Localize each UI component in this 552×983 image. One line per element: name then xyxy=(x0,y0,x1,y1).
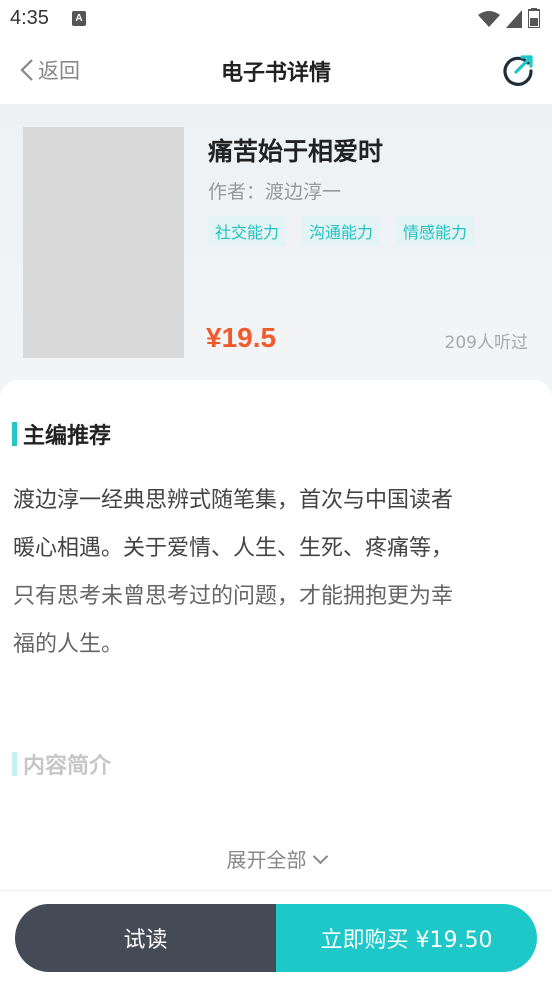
page-title: 电子书详情 xyxy=(220,61,331,86)
chevron-down-icon xyxy=(312,848,328,865)
status-time: 4:35 xyxy=(10,7,49,29)
bottom-action-bar: 试读 立即购买 ¥19.50 xyxy=(0,890,552,983)
tag-item[interactable]: 沟通能力 xyxy=(302,216,381,246)
battery-icon xyxy=(528,8,540,28)
recommend-section-header: 主编推荐 xyxy=(12,418,111,450)
section-accent-bar xyxy=(12,752,17,776)
tag-item[interactable]: 情感能力 xyxy=(396,216,475,246)
section-accent-bar xyxy=(12,422,17,446)
share-icon[interactable] xyxy=(500,52,536,88)
expand-all-button[interactable]: 展开全部 xyxy=(0,844,552,873)
recommend-line: 渡边淳一经典思辨式随笔集，首次与中国读者 xyxy=(13,488,454,513)
back-button[interactable]: 返回 xyxy=(20,55,80,85)
book-author: 作者：渡边淳一 xyxy=(208,181,342,203)
recommend-line: 暖心相遇。关于爱情、人生、生死、疼痛等， xyxy=(13,536,454,561)
chevron-left-icon xyxy=(20,59,33,81)
action-buttons: 试读 立即购买 ¥19.50 xyxy=(15,904,537,972)
recommend-line: 福的人生。 xyxy=(13,632,124,657)
wifi-icon xyxy=(478,11,500,27)
back-label: 返回 xyxy=(38,59,80,83)
intro-section-header: 内容简介 xyxy=(12,748,111,780)
intro-title: 内容简介 xyxy=(23,754,112,779)
listen-count: 209人听过 xyxy=(444,333,528,353)
recommend-text: 渡边淳一经典思辨式随笔集，首次与中国读者 暖心相遇。关于爱情、人生、生死、疼痛等… xyxy=(13,477,541,669)
recommend-title: 主编推荐 xyxy=(23,424,112,449)
recommend-line: 只有思考未曾思考过的问题，才能拥抱更为幸 xyxy=(13,584,454,609)
content-card: 主编推荐 渡边淳一经典思辨式随笔集，首次与中国读者 暖心相遇。关于爱情、人生、生… xyxy=(0,380,552,900)
tag-item[interactable]: 社交能力 xyxy=(208,216,287,246)
status-bar: 4:35 A xyxy=(0,0,552,38)
tag-list: 社交能力 沟通能力 情感能力 xyxy=(208,216,475,246)
book-title: 痛苦始于相爱时 xyxy=(208,137,384,166)
buy-now-button[interactable]: 立即购买 ¥19.50 xyxy=(276,904,537,972)
status-icons xyxy=(478,8,540,28)
trial-read-button[interactable]: 试读 xyxy=(15,904,276,972)
notification-icon: A xyxy=(72,11,86,26)
book-price: ¥19.5 xyxy=(206,322,277,353)
nav-bar: 返回 电子书详情 xyxy=(0,38,552,104)
signal-icon xyxy=(506,10,522,28)
expand-label: 展开全部 xyxy=(226,848,307,872)
book-header: 痛苦始于相爱时 作者：渡边淳一 社交能力 沟通能力 情感能力 ¥19.5 209… xyxy=(0,104,552,404)
book-cover[interactable] xyxy=(23,127,184,358)
